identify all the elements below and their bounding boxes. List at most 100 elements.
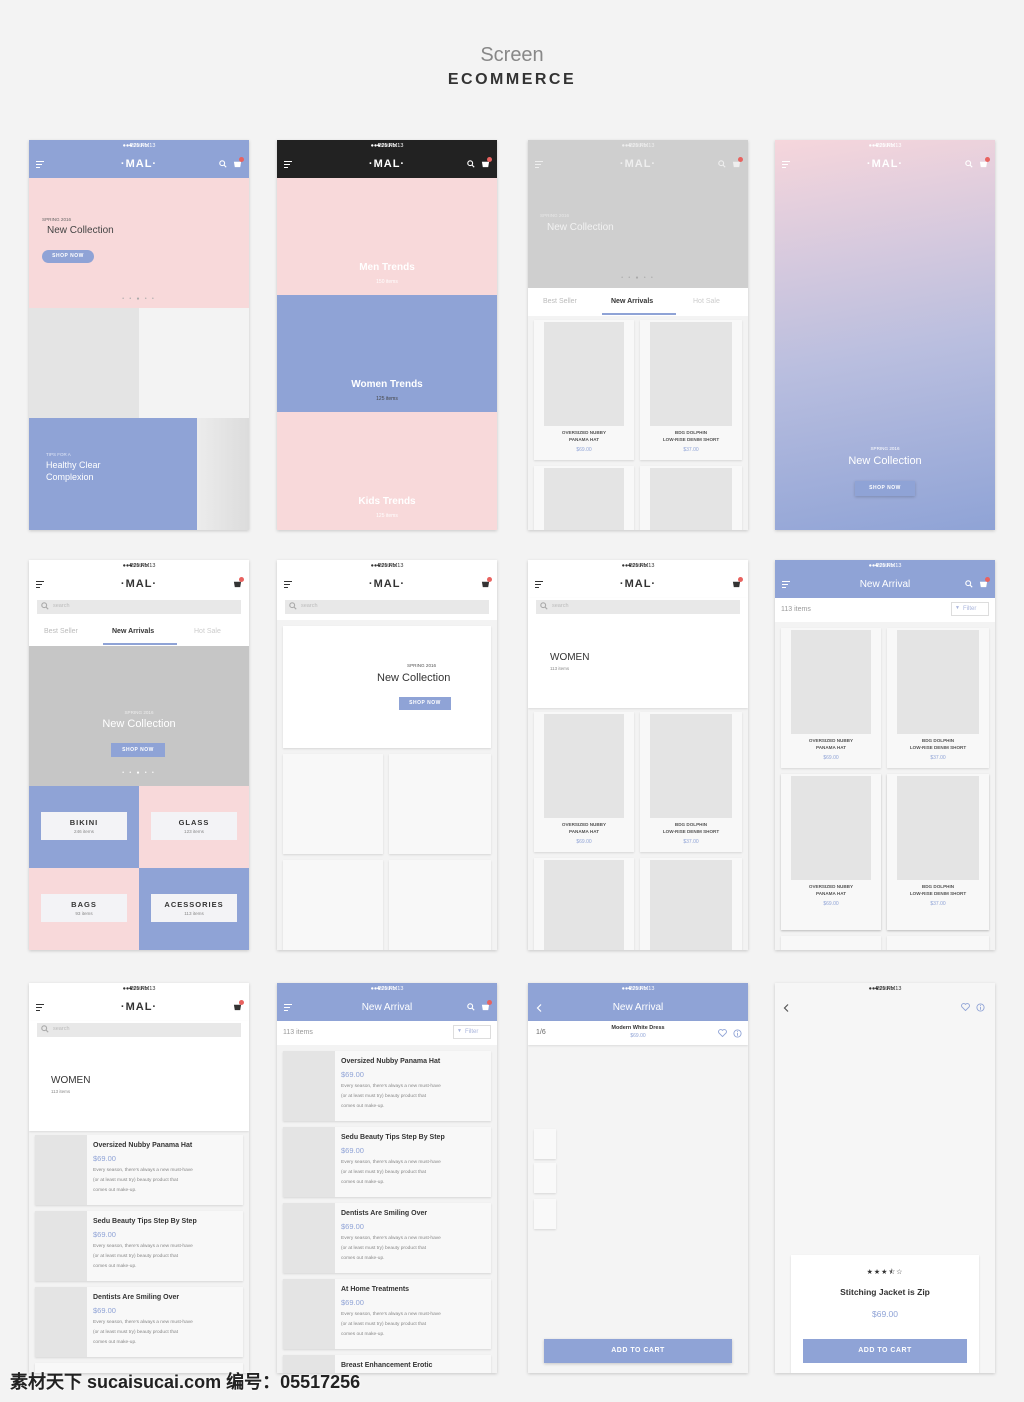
product-name: BDG DOLPHIN	[674, 822, 708, 827]
tab-new-arrivals[interactable]: New Arrivals	[112, 628, 154, 635]
product-card[interactable]	[887, 936, 989, 950]
shop-now-button[interactable]: SHOP NOW	[399, 697, 451, 710]
trend-tile[interactable]: Kids Trends 125 items	[277, 412, 497, 529]
back-icon[interactable]	[783, 1004, 789, 1015]
article-price: $69.00	[341, 1070, 364, 1079]
tips-banner[interactable]: TIPS FOR A Healthy Clear Complexion	[29, 418, 197, 530]
category-tile[interactable]: GLASS 123 items	[139, 786, 249, 868]
product-image	[791, 776, 871, 880]
product-name: OVERSIZED NUBBY	[808, 884, 854, 889]
trend-tile[interactable]: Women Trends 125 items	[277, 295, 497, 412]
heart-icon[interactable]	[718, 1029, 727, 1040]
product-card[interactable]	[640, 858, 742, 950]
article-description: Every season, there's always a new must-…	[93, 1244, 193, 1249]
search-icon[interactable]	[219, 160, 227, 171]
product-card[interactable]: BDG DOLPHIN LOW-RISE DENIM SHORT $37.00	[887, 774, 989, 930]
search-icon[interactable]	[965, 580, 973, 591]
product-card[interactable]	[534, 858, 634, 950]
cart-badge	[985, 577, 990, 582]
promo-tile[interactable]	[283, 754, 383, 854]
article-card[interactable]: Sedu Beauty Tips Step By Step $69.00 Every…	[35, 1211, 243, 1281]
search-input[interactable]: search	[285, 600, 489, 614]
article-card[interactable]: Oversized Nubby Panama Hat $69.00 Every se…	[283, 1051, 491, 1121]
trend-count: 125 items	[376, 513, 398, 519]
carousel-dots[interactable]: • • ● • •	[29, 770, 249, 776]
hero-banner[interactable]: SPRING 2016 New Collection SHOP NOW • • ● •…	[29, 178, 249, 308]
status-bar: ●●●○○ No.13 4:21 PM 22%	[29, 140, 249, 152]
filter-button[interactable]: ▼ Filter	[453, 1025, 491, 1039]
search-input[interactable]: search	[536, 600, 740, 614]
product-name-2: PANAMA HAT	[568, 829, 600, 834]
carousel-dots[interactable]: • • ● • •	[29, 296, 249, 302]
thumbnail[interactable]	[534, 1163, 556, 1193]
article-card[interactable]: Dentists Are Smiling Over $69.00 Every sea…	[35, 1287, 243, 1357]
article-card[interactable]: Oversized Nubby Panama Hat $69.00 Every se…	[35, 1135, 243, 1205]
trend-tile[interactable]: Men Trends 150 items	[277, 178, 497, 295]
tab-hot-sale[interactable]: Hot Sale	[693, 298, 720, 305]
product-card[interactable]: OVERSIZED NUBBY PANAMA HAT $69.00	[781, 628, 881, 768]
add-to-cart-button[interactable]: ADD TO CART	[544, 1339, 732, 1363]
promo-tile[interactable]	[29, 308, 139, 418]
product-card[interactable]: BDG DOLPHIN LOW-RISE DENIM SHORT $37.00	[640, 712, 742, 852]
product-card[interactable]	[640, 466, 742, 530]
heart-icon[interactable]	[961, 1003, 970, 1014]
category-name: ACESSORIES	[164, 900, 224, 909]
tab-hot-sale[interactable]: Hot Sale	[194, 628, 221, 635]
battery: 22%	[378, 986, 390, 992]
thumbnail[interactable]	[534, 1129, 556, 1159]
search-icon[interactable]	[718, 160, 726, 171]
trend-name: Men Trends	[359, 262, 415, 273]
product-card[interactable]: OVERSIZED NUBBY PANAMA HAT $69.00	[534, 320, 634, 460]
battery: 22%	[378, 143, 390, 149]
product-name-2: PANAMA HAT	[568, 437, 600, 442]
hero-title: New Collection	[547, 222, 614, 233]
shop-now-button[interactable]: SHOP NOW	[42, 250, 94, 263]
search-icon[interactable]	[965, 160, 973, 171]
product-card[interactable]: OVERSIZED NUBBY PANAMA HAT $69.00	[781, 774, 881, 930]
article-card[interactable]: At Home Treatments $69.00 Every season, th…	[283, 1279, 491, 1349]
carousel-dots[interactable]: • • ● • •	[528, 275, 748, 281]
thumbnail[interactable]	[534, 1199, 556, 1229]
product-card[interactable]: BDG DOLPHIN LOW-RISE DENIM SHORT $37.00	[887, 628, 989, 768]
tab-best-seller[interactable]: Best Seller	[543, 298, 577, 305]
product-card[interactable]: OVERSIZED NUBBY PANAMA HAT $69.00	[534, 712, 634, 852]
category-label: ACESSORIES 113 items	[151, 894, 237, 922]
product-card[interactable]	[781, 936, 881, 950]
search-input[interactable]: search	[37, 600, 241, 614]
info-icon[interactable]	[976, 1003, 985, 1015]
article-description: Every season, there's always a new must-…	[341, 1084, 441, 1089]
article-description: (or at least must try) beauty product th…	[341, 1094, 427, 1099]
search-input[interactable]: search	[37, 1023, 241, 1037]
filter-button[interactable]: ▼ Filter	[951, 602, 989, 616]
article-card[interactable]: Dentists Are Smiling Over $69.00 Every sea…	[283, 1203, 491, 1273]
category-tile[interactable]: BIKINI 246 items	[29, 786, 139, 868]
tab-best-seller[interactable]: Best Seller	[44, 628, 78, 635]
category-tile[interactable]: ACESSORIES 113 items	[139, 868, 249, 950]
article-price: $69.00	[93, 1230, 116, 1239]
article-card[interactable]: Sedu Beauty Tips Step By Step $69.00 Every…	[283, 1127, 491, 1197]
product-image	[791, 630, 871, 734]
status-bar: ●●●○○ No.13 4:21 PM 22%	[528, 983, 748, 995]
promo-tile[interactable]	[197, 418, 249, 530]
promo-tile[interactable]	[283, 860, 383, 950]
search-icon[interactable]	[467, 1003, 475, 1014]
shop-now-button[interactable]: SHOP NOW	[855, 481, 915, 496]
product-card[interactable]	[534, 466, 634, 530]
nav-bar: ·MAL·	[528, 152, 748, 178]
category-tile[interactable]: BAGS 93 items	[29, 868, 139, 950]
shop-now-button[interactable]: SHOP NOW	[111, 743, 165, 757]
promo-tile[interactable]	[389, 754, 491, 854]
product-card[interactable]: BDG DOLPHIN LOW-RISE DENIM SHORT $37.00	[640, 320, 742, 460]
product-name-2: PANAMA HAT	[815, 745, 847, 750]
search-icon[interactable]	[467, 160, 475, 171]
filter-icon: ▼	[955, 605, 960, 611]
info-icon[interactable]	[733, 1029, 742, 1041]
tab-new-arrivals[interactable]: New Arrivals	[611, 298, 653, 305]
product-price: $37.00	[683, 447, 699, 453]
promo-tile[interactable]	[389, 860, 491, 950]
hero-banner[interactable]: SPRING 2016 New Collection SHOP NOW • • ● •…	[29, 646, 249, 786]
article-description: comes out make-up.	[93, 1188, 137, 1193]
hero-card[interactable]: SPRING 2016 New Collection SHOP NOW	[283, 626, 491, 748]
tab-bar: Best Seller New Arrivals Hot Sale	[29, 618, 249, 646]
add-to-cart-button[interactable]: ADD TO CART	[803, 1339, 967, 1363]
